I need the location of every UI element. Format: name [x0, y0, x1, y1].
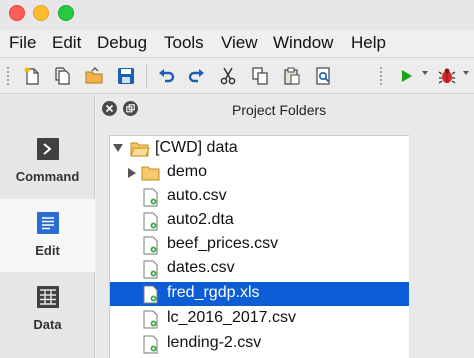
tree-row-file[interactable]: lc_2016_2017.csv [110, 307, 409, 331]
file-icon [143, 310, 158, 329]
tree-row-label: auto.csv [167, 187, 227, 204]
file-icon [143, 212, 158, 231]
redo-icon[interactable] [184, 63, 210, 89]
menu-view[interactable]: View [221, 33, 258, 53]
run-icon[interactable] [393, 63, 419, 89]
menu-window[interactable]: Window [273, 33, 333, 53]
project-folders-panel: Project Folders [CWD] data demo auto.csv… [96, 95, 474, 358]
window-titlebar [0, 0, 474, 30]
expand-arrow-icon[interactable] [128, 168, 136, 178]
open-file-icon[interactable] [50, 63, 76, 89]
close-window-button[interactable] [9, 5, 25, 21]
close-icon[interactable] [102, 101, 117, 116]
tree-row-cwd-data[interactable]: [CWD] data [110, 137, 409, 161]
tree-row-file[interactable]: lending-2.csv [110, 332, 409, 356]
tree-row-demo[interactable]: demo [110, 161, 409, 185]
cut-icon[interactable] [215, 63, 241, 89]
zoom-window-button[interactable] [58, 5, 74, 21]
chevron-down-icon[interactable] [422, 71, 428, 75]
save-icon[interactable] [113, 63, 139, 89]
tree-row-file[interactable]: auto.csv [110, 185, 409, 209]
panel-title: Project Folders [232, 102, 327, 118]
find-icon[interactable] [310, 63, 336, 89]
new-file-icon[interactable] [19, 63, 45, 89]
file-icon [143, 260, 158, 279]
copy-icon[interactable] [247, 63, 273, 89]
menu-edit[interactable]: Edit [52, 33, 81, 53]
file-icon [143, 285, 158, 304]
tree-row-label: beef_prices.csv [167, 235, 279, 252]
folder-open-icon [130, 142, 150, 157]
open-folder-icon[interactable] [81, 63, 107, 89]
tree-row-label: fred_rgdp.xls [167, 284, 260, 301]
toolbar-separator [146, 64, 147, 88]
tree-row-label: auto2.dta [167, 211, 234, 228]
tree-row-file[interactable]: dates.csv [110, 257, 409, 281]
table-icon [36, 285, 60, 309]
sidebar-item-data[interactable]: Data [0, 273, 95, 346]
tree-row-file[interactable]: beef_prices.csv [110, 233, 409, 257]
menu-debug[interactable]: Debug [97, 33, 147, 53]
mode-sidebar: Command Edit Data [0, 95, 95, 358]
project-folders-tree: [CWD] data demo auto.csv auto2.dta beef_… [109, 135, 409, 358]
tree-row-label: [CWD] data [155, 139, 238, 156]
menu-tools[interactable]: Tools [164, 33, 204, 53]
tree-row-file[interactable]: auto2.dta [110, 209, 409, 233]
sidebar-item-edit[interactable]: Edit [0, 199, 95, 272]
tree-row-label: dates.csv [167, 259, 235, 276]
paste-icon[interactable] [279, 63, 305, 89]
tree-row-label: lending-2.csv [167, 334, 262, 351]
toolbar-grip[interactable] [6, 66, 10, 86]
panel-header: Project Folders [96, 95, 474, 123]
file-icon [143, 335, 158, 354]
sidebar-item-label: Command [15, 169, 80, 184]
document-icon [36, 211, 60, 235]
tree-row-file-selected[interactable]: fred_rgdp.xls [110, 282, 409, 306]
expand-arrow-icon[interactable] [113, 144, 123, 152]
sidebar-item-label: Edit [35, 243, 60, 258]
chevron-down-icon[interactable] [463, 71, 469, 75]
toolbar-grip[interactable] [379, 66, 383, 86]
file-icon [143, 188, 158, 207]
file-icon [143, 236, 158, 255]
debug-icon[interactable] [434, 63, 460, 89]
menu-help[interactable]: Help [351, 33, 386, 53]
sidebar-item-label: Data [33, 317, 62, 332]
float-panel-icon[interactable] [123, 101, 138, 116]
tree-row-label: demo [167, 163, 208, 180]
minimize-window-button[interactable] [33, 5, 49, 21]
menu-file[interactable]: File [9, 33, 36, 53]
tree-row-label: lc_2016_2017.csv [167, 309, 296, 326]
sidebar-item-command[interactable]: Command [0, 125, 95, 198]
undo-icon[interactable] [153, 63, 179, 89]
menu-bar: File Edit Debug Tools View Window Help [0, 30, 474, 58]
toolbar [0, 58, 474, 94]
folder-icon [141, 166, 160, 181]
command-icon [36, 137, 60, 161]
